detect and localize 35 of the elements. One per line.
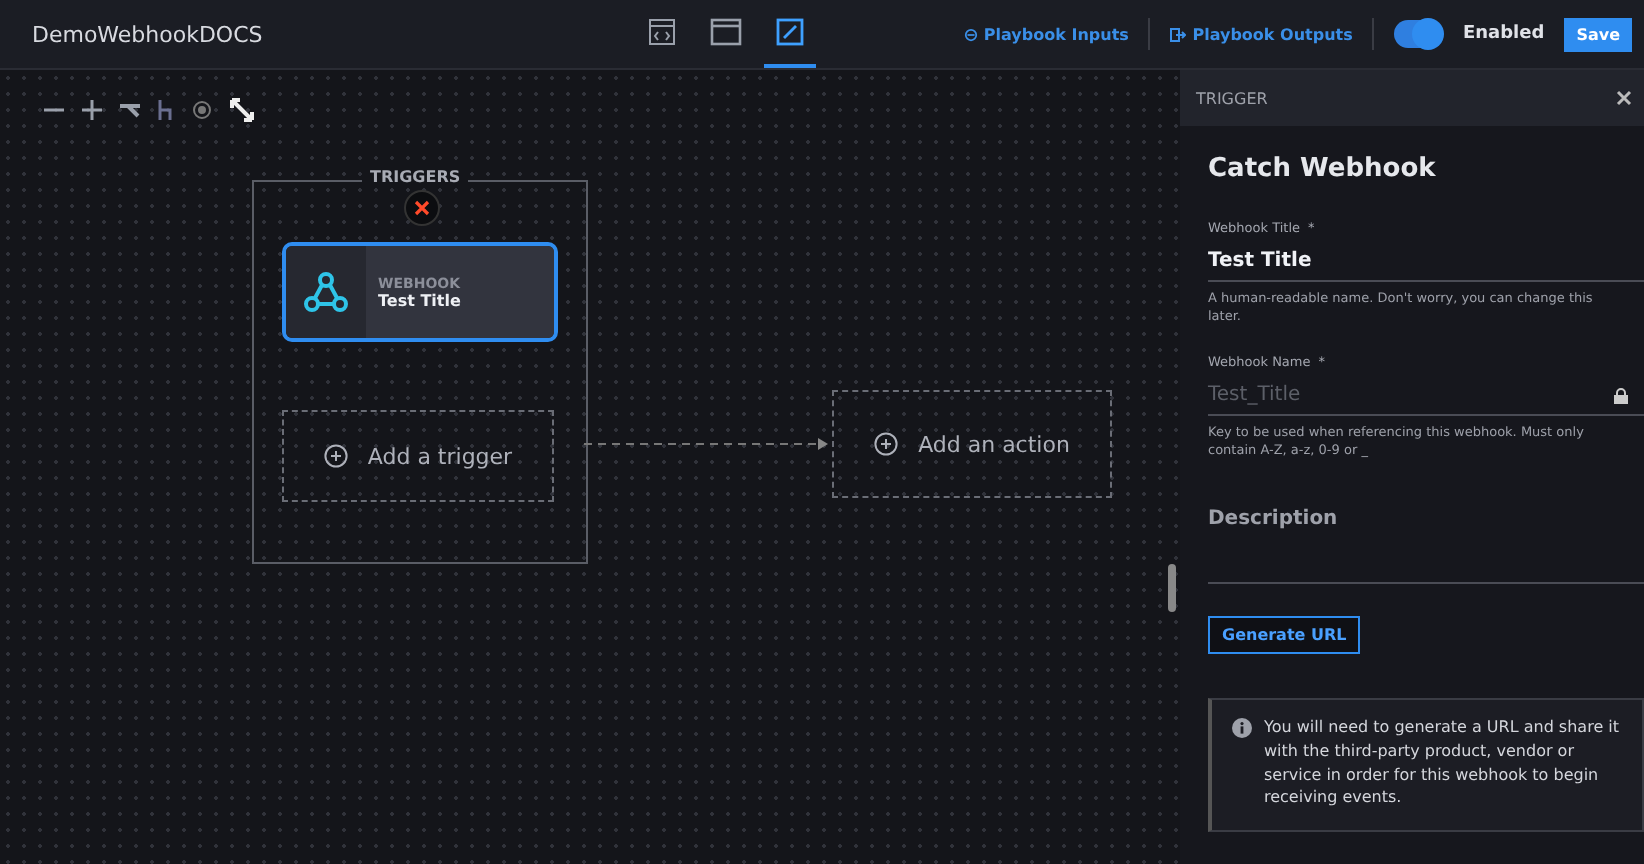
info-text: You will need to generate a URL and share it with the third-party product, vendor or service in order for this webhook to begin receiving events.: [1264, 716, 1622, 810]
close-button[interactable]: [1616, 90, 1632, 106]
node-title: Test Title: [378, 291, 463, 309]
zoom-in-icon[interactable]: [82, 100, 102, 120]
code-view-icon: [647, 18, 676, 46]
toggle-label: Enabled: [1462, 24, 1545, 44]
target-icon[interactable]: [192, 100, 212, 120]
group-title: TRIGGERS: [362, 168, 469, 186]
branch-icon[interactable]: [120, 100, 140, 120]
plus-circle-icon: [874, 432, 899, 456]
playbook-title: DemoWebhookDOCS: [32, 21, 265, 47]
close-icon: [414, 200, 430, 216]
input-icon: [963, 27, 978, 41]
output-icon: [1170, 27, 1187, 41]
input-field[interactable]: Test Title: [1208, 246, 1644, 282]
description-field[interactable]: Description: [1208, 488, 1644, 585]
plus-circle-icon: [323, 444, 348, 468]
webhook-icon: [302, 268, 350, 316]
expand-icon[interactable]: [230, 98, 254, 122]
add-action-button[interactable]: Add an action: [832, 390, 1112, 498]
generate-url-button[interactable]: Generate URL: [1208, 616, 1361, 655]
connector-icon[interactable]: [158, 100, 174, 120]
enabled-toggle[interactable]: [1394, 20, 1443, 48]
resize-handle[interactable]: [1168, 564, 1176, 612]
window-icon: [709, 18, 742, 46]
playbook-outputs-link[interactable]: Playbook Outputs: [1170, 25, 1353, 43]
remove-button[interactable]: [404, 190, 440, 226]
panel-title: Catch Webhook: [1208, 154, 1438, 184]
info-icon: [1232, 718, 1252, 739]
playbook-inputs-link[interactable]: Playbook Inputs: [963, 25, 1129, 43]
close-icon: [1616, 90, 1632, 106]
panel-header-title: TRIGGER: [1196, 89, 1268, 107]
add-trigger-button[interactable]: Add a trigger: [282, 410, 554, 502]
edit-icon: [775, 18, 804, 46]
lock-icon: [1614, 387, 1628, 404]
